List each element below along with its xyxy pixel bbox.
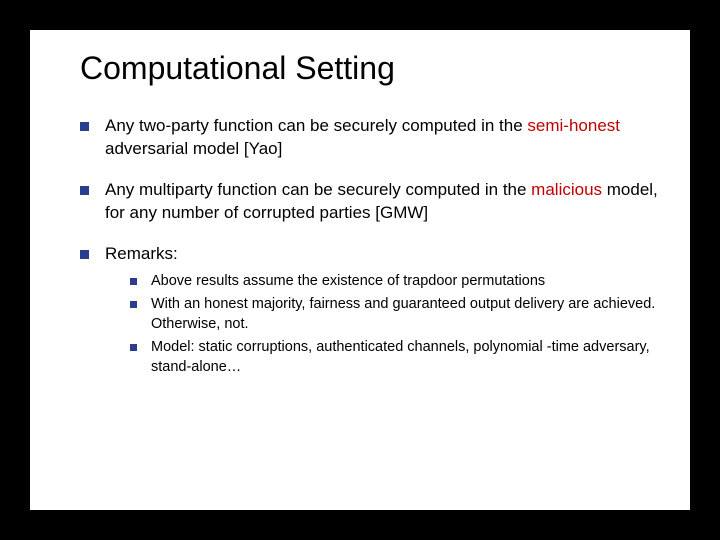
square-bullet-icon bbox=[130, 344, 137, 351]
bullet-text-2: Any multiparty function can be securely … bbox=[105, 179, 660, 225]
bullet-item-2: Any multiparty function can be securely … bbox=[80, 179, 660, 225]
bullet-item-3: Remarks: bbox=[80, 243, 660, 266]
slide-title: Computational Setting bbox=[80, 50, 660, 87]
sub-text-3: Model: static corruptions, authenticated… bbox=[151, 338, 660, 377]
bullet-2-pre: Any multiparty function can be securely … bbox=[105, 180, 531, 199]
bullet-1-red: semi-honest bbox=[527, 116, 620, 135]
sub-item-1: Above results assume the existence of tr… bbox=[130, 272, 660, 292]
sub-item-3: Model: static corruptions, authenticated… bbox=[130, 338, 660, 377]
bullet-text-1: Any two-party function can be securely c… bbox=[105, 115, 660, 161]
bullet-item-1: Any two-party function can be securely c… bbox=[80, 115, 660, 161]
bullet-text-3: Remarks: bbox=[105, 243, 178, 266]
square-bullet-icon bbox=[80, 250, 89, 259]
sub-item-2: With an honest majority, fairness and gu… bbox=[130, 295, 660, 334]
square-bullet-icon bbox=[80, 122, 89, 131]
sub-text-2: With an honest majority, fairness and gu… bbox=[151, 295, 660, 334]
square-bullet-icon bbox=[130, 278, 137, 285]
bullet-2-red: malicious bbox=[531, 180, 602, 199]
square-bullet-icon bbox=[130, 301, 137, 308]
sub-text-1: Above results assume the existence of tr… bbox=[151, 272, 545, 292]
sub-bullet-list: Above results assume the existence of tr… bbox=[130, 272, 660, 378]
square-bullet-icon bbox=[80, 186, 89, 195]
bullet-1-post: adversarial model [Yao] bbox=[105, 139, 282, 158]
bullet-1-pre: Any two-party function can be securely c… bbox=[105, 116, 527, 135]
bullet-list: Any two-party function can be securely c… bbox=[80, 115, 660, 266]
slide: Computational Setting Any two-party func… bbox=[30, 30, 690, 510]
